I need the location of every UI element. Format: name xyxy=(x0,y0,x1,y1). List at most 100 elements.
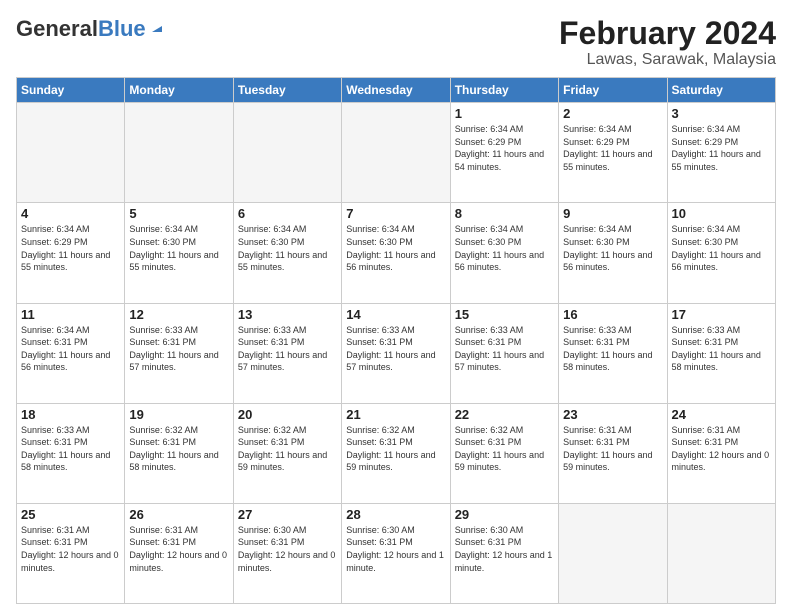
day-number: 25 xyxy=(21,507,120,522)
day-info: Sunrise: 6:31 AMSunset: 6:31 PMDaylight:… xyxy=(21,524,120,574)
day-number: 17 xyxy=(672,307,771,322)
col-monday: Monday xyxy=(125,78,233,103)
day-info: Sunrise: 6:30 AMSunset: 6:31 PMDaylight:… xyxy=(238,524,337,574)
page: General Blue February 2024 Lawas, Sarawa… xyxy=(0,0,792,612)
day-info: Sunrise: 6:34 AMSunset: 6:29 PMDaylight:… xyxy=(563,123,662,173)
day-number: 2 xyxy=(563,106,662,121)
day-number: 23 xyxy=(563,407,662,422)
calendar-cell: 4 Sunrise: 6:34 AMSunset: 6:29 PMDaylight… xyxy=(17,203,125,303)
calendar-cell xyxy=(342,103,450,203)
day-info: Sunrise: 6:33 AMSunset: 6:31 PMDaylight:… xyxy=(238,324,337,374)
day-number: 4 xyxy=(21,206,120,221)
calendar-cell: 16 Sunrise: 6:33 AMSunset: 6:31 PMDayligh… xyxy=(559,303,667,403)
day-info: Sunrise: 6:34 AMSunset: 6:30 PMDaylight:… xyxy=(563,223,662,273)
day-info: Sunrise: 6:33 AMSunset: 6:31 PMDaylight:… xyxy=(21,424,120,474)
calendar-cell: 7 Sunrise: 6:34 AMSunset: 6:30 PMDaylight… xyxy=(342,203,450,303)
calendar-cell: 27 Sunrise: 6:30 AMSunset: 6:31 PMDayligh… xyxy=(233,503,341,603)
calendar-cell: 19 Sunrise: 6:32 AMSunset: 6:31 PMDayligh… xyxy=(125,403,233,503)
day-number: 19 xyxy=(129,407,228,422)
calendar-cell xyxy=(559,503,667,603)
day-number: 3 xyxy=(672,106,771,121)
calendar-cell: 8 Sunrise: 6:34 AMSunset: 6:30 PMDaylight… xyxy=(450,203,558,303)
day-info: Sunrise: 6:32 AMSunset: 6:31 PMDaylight:… xyxy=(346,424,445,474)
col-sunday: Sunday xyxy=(17,78,125,103)
calendar-week-2: 11Sunrise: 6:34 AMSunset: 6:31 PMDayligh… xyxy=(17,303,776,403)
day-info: Sunrise: 6:31 AMSunset: 6:31 PMDaylight:… xyxy=(563,424,662,474)
day-info: Sunrise: 6:34 AMSunset: 6:30 PMDaylight:… xyxy=(238,223,337,273)
calendar-cell: 5 Sunrise: 6:34 AMSunset: 6:30 PMDaylight… xyxy=(125,203,233,303)
calendar-cell: 12Sunrise: 6:33 AMSunset: 6:31 PMDayligh… xyxy=(125,303,233,403)
day-number: 9 xyxy=(563,206,662,221)
day-info: Sunrise: 6:33 AMSunset: 6:31 PMDaylight:… xyxy=(563,324,662,374)
day-number: 22 xyxy=(455,407,554,422)
day-number: 12 xyxy=(129,307,228,322)
col-thursday: Thursday xyxy=(450,78,558,103)
calendar-title: February 2024 xyxy=(559,16,776,51)
calendar-cell: 10 Sunrise: 6:34 AMSunset: 6:30 PMDayligh… xyxy=(667,203,775,303)
calendar-week-3: 18 Sunrise: 6:33 AMSunset: 6:31 PMDayligh… xyxy=(17,403,776,503)
day-number: 10 xyxy=(672,206,771,221)
header: General Blue February 2024 Lawas, Sarawa… xyxy=(16,16,776,69)
calendar-cell: 22Sunrise: 6:32 AMSunset: 6:31 PMDayligh… xyxy=(450,403,558,503)
calendar-cell xyxy=(17,103,125,203)
col-saturday: Saturday xyxy=(667,78,775,103)
day-info: Sunrise: 6:31 AMSunset: 6:31 PMDaylight:… xyxy=(129,524,228,574)
day-info: Sunrise: 6:32 AMSunset: 6:31 PMDaylight:… xyxy=(238,424,337,474)
day-info: Sunrise: 6:33 AMSunset: 6:31 PMDaylight:… xyxy=(672,324,771,374)
day-info: Sunrise: 6:31 AMSunset: 6:31 PMDaylight:… xyxy=(672,424,771,474)
calendar-cell xyxy=(125,103,233,203)
title-block: February 2024 Lawas, Sarawak, Malaysia xyxy=(559,16,776,69)
logo: General Blue xyxy=(16,16,166,42)
day-number: 1 xyxy=(455,106,554,121)
day-number: 15 xyxy=(455,307,554,322)
calendar-cell: 3Sunrise: 6:34 AMSunset: 6:29 PMDaylight… xyxy=(667,103,775,203)
day-info: Sunrise: 6:34 AMSunset: 6:31 PMDaylight:… xyxy=(21,324,120,374)
calendar-cell: 21 Sunrise: 6:32 AMSunset: 6:31 PMDayligh… xyxy=(342,403,450,503)
calendar-table: Sunday Monday Tuesday Wednesday Thursday… xyxy=(16,77,776,604)
calendar-week-0: 1 Sunrise: 6:34 AMSunset: 6:29 PMDaylight… xyxy=(17,103,776,203)
day-info: Sunrise: 6:34 AMSunset: 6:30 PMDaylight:… xyxy=(672,223,771,273)
day-number: 8 xyxy=(455,206,554,221)
day-info: Sunrise: 6:32 AMSunset: 6:31 PMDaylight:… xyxy=(129,424,228,474)
calendar-cell: 15 Sunrise: 6:33 AMSunset: 6:31 PMDayligh… xyxy=(450,303,558,403)
day-info: Sunrise: 6:34 AMSunset: 6:29 PMDaylight:… xyxy=(21,223,120,273)
day-number: 26 xyxy=(129,507,228,522)
calendar-cell: 13 Sunrise: 6:33 AMSunset: 6:31 PMDayligh… xyxy=(233,303,341,403)
day-number: 27 xyxy=(238,507,337,522)
logo-general: General xyxy=(16,16,98,42)
day-info: Sunrise: 6:34 AMSunset: 6:30 PMDaylight:… xyxy=(455,223,554,273)
calendar-cell: 26 Sunrise: 6:31 AMSunset: 6:31 PMDayligh… xyxy=(125,503,233,603)
calendar-cell: 23 Sunrise: 6:31 AMSunset: 6:31 PMDayligh… xyxy=(559,403,667,503)
calendar-header-row: Sunday Monday Tuesday Wednesday Thursday… xyxy=(17,78,776,103)
day-info: Sunrise: 6:34 AMSunset: 6:30 PMDaylight:… xyxy=(129,223,228,273)
calendar-cell: 29 Sunrise: 6:30 AMSunset: 6:31 PMDayligh… xyxy=(450,503,558,603)
col-tuesday: Tuesday xyxy=(233,78,341,103)
col-friday: Friday xyxy=(559,78,667,103)
day-number: 7 xyxy=(346,206,445,221)
col-wednesday: Wednesday xyxy=(342,78,450,103)
day-info: Sunrise: 6:30 AMSunset: 6:31 PMDaylight:… xyxy=(346,524,445,574)
calendar-cell: 9 Sunrise: 6:34 AMSunset: 6:30 PMDaylight… xyxy=(559,203,667,303)
day-info: Sunrise: 6:33 AMSunset: 6:31 PMDaylight:… xyxy=(455,324,554,374)
calendar-subtitle: Lawas, Sarawak, Malaysia xyxy=(559,51,776,69)
calendar-cell: 17 Sunrise: 6:33 AMSunset: 6:31 PMDayligh… xyxy=(667,303,775,403)
calendar-cell: 20Sunrise: 6:32 AMSunset: 6:31 PMDayligh… xyxy=(233,403,341,503)
day-number: 6 xyxy=(238,206,337,221)
calendar-cell xyxy=(667,503,775,603)
calendar-week-4: 25 Sunrise: 6:31 AMSunset: 6:31 PMDayligh… xyxy=(17,503,776,603)
day-number: 13 xyxy=(238,307,337,322)
day-number: 21 xyxy=(346,407,445,422)
calendar-cell: 28 Sunrise: 6:30 AMSunset: 6:31 PMDayligh… xyxy=(342,503,450,603)
day-number: 18 xyxy=(21,407,120,422)
calendar-cell: 2 Sunrise: 6:34 AMSunset: 6:29 PMDaylight… xyxy=(559,103,667,203)
day-info: Sunrise: 6:34 AMSunset: 6:30 PMDaylight:… xyxy=(346,223,445,273)
calendar-cell: 18 Sunrise: 6:33 AMSunset: 6:31 PMDayligh… xyxy=(17,403,125,503)
calendar-week-1: 4 Sunrise: 6:34 AMSunset: 6:29 PMDaylight… xyxy=(17,203,776,303)
day-info: Sunrise: 6:30 AMSunset: 6:31 PMDaylight:… xyxy=(455,524,554,574)
day-number: 5 xyxy=(129,206,228,221)
day-number: 16 xyxy=(563,307,662,322)
day-number: 29 xyxy=(455,507,554,522)
calendar-cell: 6 Sunrise: 6:34 AMSunset: 6:30 PMDaylight… xyxy=(233,203,341,303)
day-number: 28 xyxy=(346,507,445,522)
day-info: Sunrise: 6:34 AMSunset: 6:29 PMDaylight:… xyxy=(455,123,554,173)
